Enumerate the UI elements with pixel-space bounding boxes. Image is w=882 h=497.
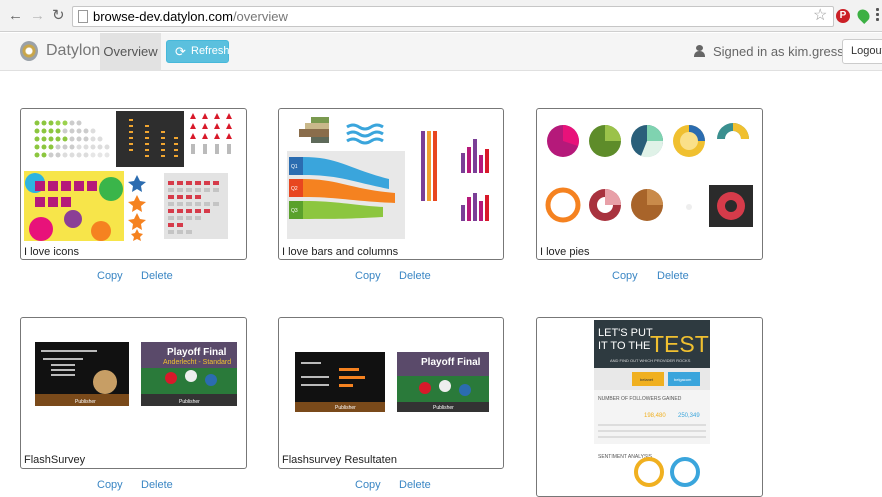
signed-in-status: Signed in as kim.gressens <box>694 44 865 59</box>
evernote-icon[interactable] <box>855 7 872 24</box>
copy-link[interactable]: Copy <box>355 479 381 491</box>
wave-graphic <box>346 123 384 145</box>
delete-link[interactable]: Delete <box>399 479 431 491</box>
svg-text:NUMBER OF FOLLOWERS GAINED: NUMBER OF FOLLOWERS GAINED <box>598 396 682 402</box>
svg-text:Q3: Q3 <box>291 208 298 214</box>
pinterest-icon[interactable]: P <box>836 9 850 23</box>
delete-link[interactable]: Delete <box>141 270 173 282</box>
dot-grid-graphic <box>34 120 110 158</box>
delete-link[interactable]: Delete <box>399 270 431 282</box>
pies-thumbnail <box>545 123 753 227</box>
project-title[interactable]: Flashsurvey Resultaten <box>282 454 397 466</box>
delete-link[interactable]: Delete <box>141 479 173 491</box>
svg-text:Q2: Q2 <box>291 186 298 192</box>
svg-text:Publisher: Publisher <box>433 405 454 411</box>
star-icons <box>128 175 146 241</box>
project-title[interactable]: I love icons <box>24 246 79 258</box>
forward-icon[interactable]: → <box>30 7 45 25</box>
copy-link[interactable]: Copy <box>355 270 381 282</box>
user-icon <box>694 45 705 57</box>
copy-link[interactable]: Copy <box>612 270 638 282</box>
bars-thumbnail: Q1 Q2 Q3 <box>287 117 489 239</box>
svg-text:Q1: Q1 <box>291 164 298 170</box>
svg-text:LET'S PUT: LET'S PUT <box>598 327 653 339</box>
copy-link[interactable]: Copy <box>97 479 123 491</box>
refresh-button[interactable]: ⟳ Refresh <box>166 40 230 63</box>
svg-text:250,349: 250,349 <box>678 413 700 419</box>
svg-text:Publisher: Publisher <box>335 405 356 411</box>
url-host: browse-dev.datylon.com <box>93 9 233 24</box>
project-card[interactable]: I love icons <box>20 108 247 260</box>
tab-overview[interactable]: Overview <box>100 33 161 71</box>
reload-icon[interactable]: ↻ <box>52 7 65 25</box>
flashsurvey-thumbnail: Playoff Final Anderlecht - Standard Publ… <box>35 342 237 406</box>
delete-link[interactable]: Delete <box>657 270 689 282</box>
project-title[interactable]: I love bars and columns <box>282 246 398 258</box>
project-card[interactable]: Playoff Final Publisher Publisher Flashs… <box>278 317 504 469</box>
svg-text:AND FIND OUT WHICH PROVIDER RO: AND FIND OUT WHICH PROVIDER ROCKS <box>610 358 691 363</box>
svg-text:Anderlecht - Standard: Anderlecht - Standard <box>163 359 231 366</box>
brand-name[interactable]: Datylon <box>46 42 100 60</box>
project-title[interactable]: FlashSurvey <box>24 454 85 466</box>
copy-link[interactable]: Copy <box>97 270 123 282</box>
svg-text:Publisher: Publisher <box>75 399 96 405</box>
page-icon <box>78 10 88 23</box>
svg-text:Playoff Final: Playoff Final <box>421 357 481 368</box>
infographic-thumbnail: LET'S PUT IT TO THE TEST AND FIND OUT WH… <box>594 320 710 492</box>
browser-toolbar: ← → ↻ browse-dev.datylon.com/overview ☆ … <box>0 0 882 32</box>
svg-text:belanet: belanet <box>640 377 654 382</box>
project-card[interactable]: Q1 Q2 Q3 I love bars and columns <box>278 108 504 260</box>
refresh-icon: ⟳ <box>175 44 186 59</box>
refresh-label: Refresh <box>191 45 230 57</box>
icons-thumbnail <box>24 111 232 241</box>
project-card[interactable]: Playoff Final Anderlecht - Standard Publ… <box>20 317 247 469</box>
svg-text:Playoff Final: Playoff Final <box>167 347 227 358</box>
svg-text:Publisher: Publisher <box>179 399 200 405</box>
bookmark-star-icon[interactable]: ☆ <box>813 5 827 25</box>
url-path: /overview <box>232 9 288 24</box>
project-card[interactable]: I love pies <box>536 108 763 260</box>
svg-text:belgacom: belgacom <box>674 377 692 382</box>
back-icon[interactable]: ← <box>8 7 23 25</box>
address-bar[interactable]: browse-dev.datylon.com/overview <box>72 6 834 27</box>
column-pair-graphic <box>461 139 489 221</box>
flashsurvey-results-thumbnail: Playoff Final Publisher Publisher <box>295 352 489 412</box>
logout-button[interactable]: Logout <box>842 39 882 64</box>
browser-menu-icon[interactable] <box>876 8 880 24</box>
dark-chart-panel <box>116 111 184 167</box>
project-title[interactable]: I love pies <box>540 246 590 258</box>
app-navbar: Datylon Overview ⟳ Refresh Signed in as … <box>0 33 882 71</box>
svg-text:TEST: TEST <box>650 331 709 357</box>
datylon-logo-icon[interactable] <box>20 41 38 61</box>
svg-text:198,480: 198,480 <box>644 413 666 419</box>
project-card[interactable]: LET'S PUT IT TO THE TEST AND FIND OUT WH… <box>536 317 763 497</box>
stacked-blocks-graphic <box>299 117 329 143</box>
pie-charts-graphic <box>545 123 753 227</box>
svg-text:IT TO THE: IT TO THE <box>598 340 650 352</box>
stacked-column-graphic <box>421 131 437 201</box>
